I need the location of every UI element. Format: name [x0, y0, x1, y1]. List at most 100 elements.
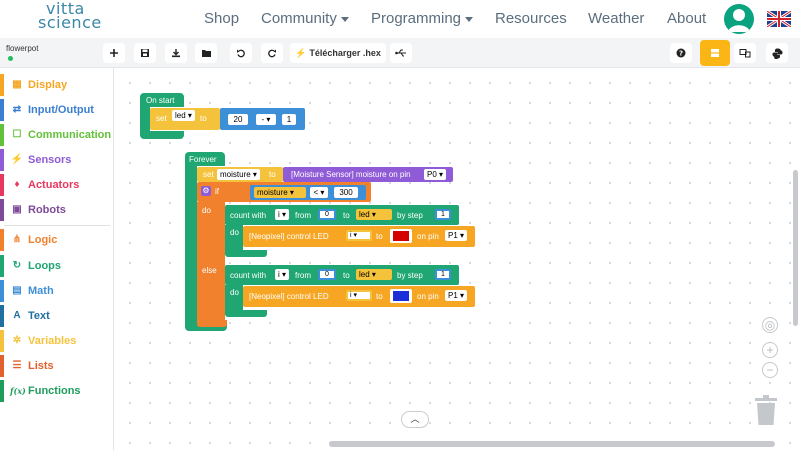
pin-value: P1	[448, 231, 458, 240]
python-mode-button[interactable]	[766, 43, 788, 63]
minus-icon: −	[766, 363, 774, 377]
usb-connect-button[interactable]	[390, 43, 412, 63]
variable-dropdown-moisture[interactable]: moisture ▾	[217, 169, 260, 180]
sidebar-item-logic[interactable]: ⋔ Logic	[0, 227, 114, 252]
from-value[interactable]: 0	[318, 269, 336, 280]
category-color-bar	[0, 148, 4, 171]
sidebar-item-functions[interactable]: f(x) Functions	[0, 378, 114, 403]
sidebar-item-robots[interactable]: ▣ Robots	[0, 197, 114, 222]
compare-block[interactable]: moisture ▾ < ▾ 300	[250, 185, 366, 200]
nav-weather[interactable]: Weather	[588, 10, 644, 27]
sidebar-item-actuators[interactable]: ♦ Actuators	[0, 172, 114, 197]
nav-shop[interactable]: Shop	[204, 10, 239, 27]
recenter-button[interactable]: ◎	[762, 317, 778, 333]
sidebar-item-label: Sensors	[28, 153, 72, 166]
export-button[interactable]	[165, 43, 187, 63]
nav-resources[interactable]: Resources	[495, 10, 567, 27]
plug-icon: ⚡	[10, 154, 24, 165]
led-index-field[interactable]: i ▾	[346, 290, 372, 301]
sidebar-item-sensors[interactable]: ⚡ Sensors	[0, 147, 114, 172]
help-button[interactable]: ?	[670, 43, 692, 63]
number-field-20[interactable]: 20	[228, 114, 248, 125]
question-icon: ?	[676, 48, 686, 58]
sidebar-item-loops[interactable]: ↻ Loops	[0, 253, 114, 278]
sidebar-item-label: Input/Output	[28, 103, 94, 116]
neopixel-control-block[interactable]: [Neopixel] control LED i ▾ to on pin P1 …	[243, 286, 475, 307]
category-color-bar	[0, 98, 4, 121]
from-value[interactable]: 0	[318, 209, 336, 220]
pin-dropdown-p1[interactable]: P1 ▾	[445, 290, 468, 301]
horizontal-scrollbar[interactable]	[329, 441, 775, 447]
count-variable-i[interactable]: i ▾	[275, 269, 290, 280]
forever-block[interactable]: Forever	[185, 152, 225, 166]
nav-programming[interactable]: Programming	[371, 10, 474, 27]
pin-dropdown-p1[interactable]: P1 ▾	[445, 230, 468, 241]
step-value[interactable]: 1	[435, 269, 451, 280]
set-moisture-block[interactable]: set moisture ▾ to	[197, 167, 283, 182]
neopixel-control-block[interactable]: [Neopixel] control LED i ▾ to on pin P1 …	[243, 226, 475, 247]
set-variable-block[interactable]: set led ▾ to	[150, 108, 220, 130]
moisture-variable-field[interactable]: moisture ▾	[254, 187, 306, 198]
color-picker-red[interactable]	[390, 229, 412, 243]
blocks-workspace[interactable]: On start set led ▾ to 20 - ▾ 1 Forever s…	[115, 68, 800, 450]
new-button[interactable]	[103, 43, 125, 63]
on-start-block[interactable]: On start	[140, 93, 184, 107]
open-button[interactable]	[195, 43, 217, 63]
moisture-sensor-block[interactable]: [Moisture Sensor] moisture on pin P0 ▾	[283, 167, 453, 182]
math-arithmetic-block[interactable]: 20 - ▾ 1	[220, 108, 305, 130]
variable-dropdown-led[interactable]: led ▾	[172, 110, 195, 121]
vittascience-logo[interactable]: vitta science	[38, 1, 108, 31]
uk-flag-icon[interactable]	[767, 11, 791, 27]
arrows-icon: ⇄	[12, 104, 22, 115]
step-value[interactable]: 1	[435, 209, 451, 220]
threshold-field[interactable]: 300	[334, 187, 358, 198]
set-label: set	[156, 114, 167, 123]
count-with-label: count with	[230, 271, 267, 280]
redo-button[interactable]	[261, 43, 283, 63]
to-variable-led[interactable]: led ▾	[356, 209, 392, 220]
sidebar-item-lists[interactable]: ☰ Lists	[0, 353, 114, 378]
count-with-block[interactable]: count with i ▾ from 0 to led ▾ by step 1	[225, 205, 459, 225]
nav-community[interactable]: Community	[261, 10, 349, 27]
zoom-out-button[interactable]: −	[762, 362, 778, 378]
sidebar-item-input-output[interactable]: ⇄ Input/Output	[0, 97, 114, 122]
to-variable-led[interactable]: led ▾	[356, 269, 392, 280]
count-with-block[interactable]: count with i ▾ from 0 to led ▾ by step 1	[225, 265, 459, 285]
display-icon: ▦	[12, 79, 22, 90]
color-picker-blue[interactable]	[390, 289, 412, 303]
sidebar-item-text[interactable]: A Text	[0, 303, 114, 328]
chevron-up-icon[interactable]: ︿	[401, 411, 429, 428]
forever-label: Forever	[189, 155, 217, 164]
sidebar-item-communication[interactable]: ☐ Communication	[0, 122, 114, 147]
number-field-1[interactable]: 1	[282, 114, 296, 125]
on-start-footer	[140, 131, 184, 139]
nav-about[interactable]: About	[667, 10, 706, 27]
blocks-mode-button[interactable]	[700, 40, 730, 66]
sidebar-item-label: Display	[28, 78, 68, 91]
download-hex-button[interactable]: ⚡ Télécharger .hex	[290, 43, 386, 63]
compare-operator-dropdown[interactable]: < ▾	[310, 187, 328, 198]
project-name[interactable]: flowerpot	[6, 44, 38, 53]
pin-dropdown-p0[interactable]: P0 ▾	[424, 169, 447, 180]
led-index-field[interactable]: i ▾	[346, 230, 372, 241]
count-variable-i[interactable]: i ▾	[275, 209, 290, 220]
neopixel-label: [Neopixel] control LED	[249, 232, 329, 241]
by-step-label: by step	[397, 271, 423, 280]
trash-icon[interactable]	[755, 395, 777, 425]
mixed-mode-button[interactable]	[734, 43, 756, 63]
gear-icon[interactable]: ⚙	[201, 186, 211, 196]
loop-icon: ↻	[12, 260, 22, 271]
user-avatar[interactable]	[724, 4, 754, 34]
sidebar-item-variables[interactable]: ✲ Variables	[0, 328, 114, 353]
undo-button[interactable]	[230, 43, 252, 63]
zoom-in-button[interactable]: +	[762, 342, 778, 358]
vertical-scrollbar[interactable]	[793, 170, 798, 326]
else-label: else	[202, 266, 217, 275]
operator-dropdown[interactable]: - ▾	[256, 114, 276, 125]
sidebar-item-math[interactable]: ▤ Math	[0, 278, 114, 303]
floppy-disk-icon	[141, 49, 149, 57]
save-button[interactable]	[134, 43, 156, 63]
editor-toolbar: flowerpot ⚡ Télécharger .hex ?	[0, 38, 800, 68]
do-label: do	[202, 206, 211, 215]
sidebar-item-display[interactable]: ▦ Display	[0, 72, 114, 97]
